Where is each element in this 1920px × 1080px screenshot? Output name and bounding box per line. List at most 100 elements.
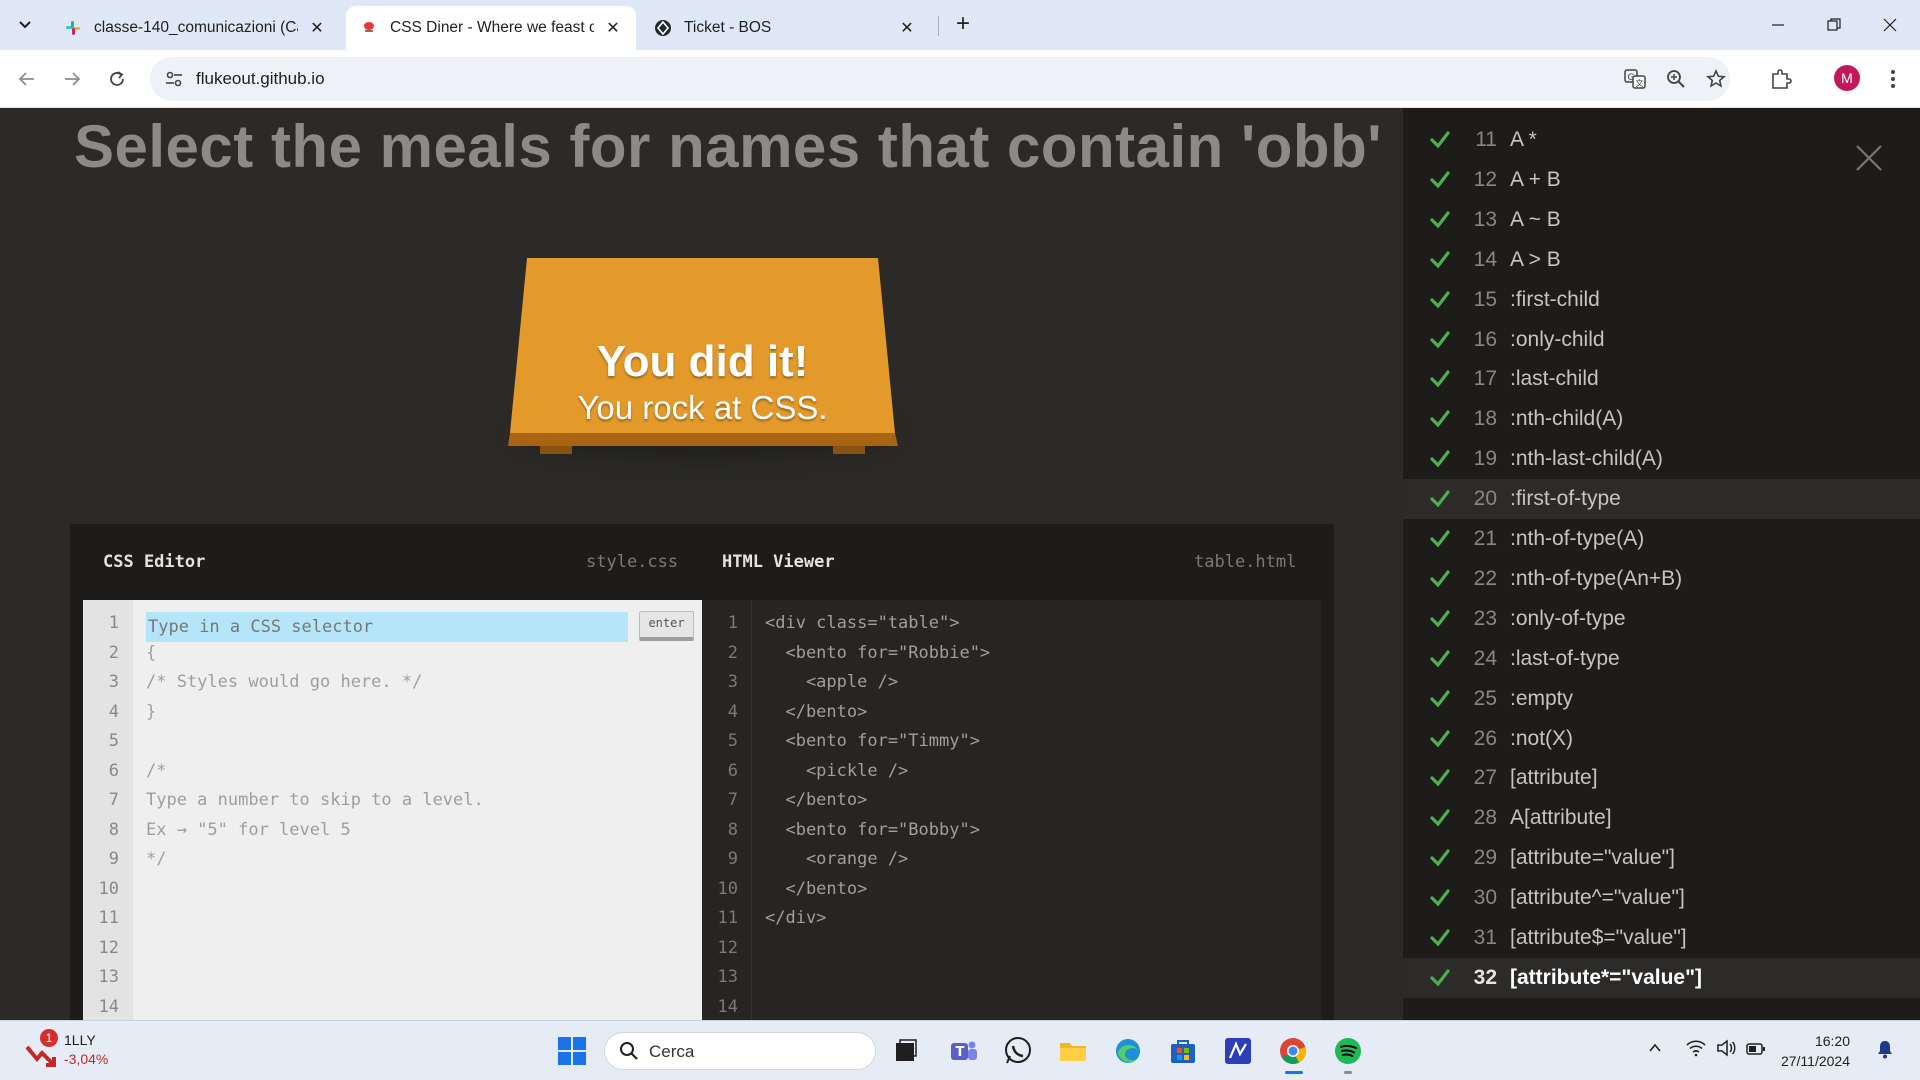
line-number: 2 (727, 642, 738, 663)
checkmark-icon (1430, 610, 1450, 628)
level-item-18[interactable]: 18:nth-child(A) (1403, 399, 1920, 439)
level-item-24[interactable]: 24:last-of-type (1403, 639, 1920, 679)
start-button[interactable] (552, 1031, 592, 1071)
level-item-22[interactable]: 22:nth-of-type(An+B) (1403, 559, 1920, 599)
volume-icon[interactable] (1716, 1039, 1736, 1062)
level-name: A ~ B (1510, 207, 1561, 231)
translate-icon[interactable]: G文 (1624, 68, 1646, 90)
tab-search-button[interactable] (10, 9, 40, 39)
close-icon[interactable]: ✕ (604, 18, 622, 38)
level-item-20[interactable]: 20 :first-of-type (1403, 479, 1920, 520)
checkmark-icon (1430, 530, 1450, 548)
stock-widget[interactable]: 1 1LLY -3,04% (24, 1029, 134, 1073)
minimize-button[interactable] (1750, 0, 1806, 50)
level-item-16[interactable]: 16:only-child (1403, 320, 1920, 360)
task-view-button[interactable] (886, 1031, 926, 1071)
level-name: :nth-of-type(An+B) (1510, 566, 1683, 590)
level-item-29[interactable]: 29 [attribute="value"] (1403, 838, 1920, 878)
zoom-icon[interactable] (1665, 68, 1687, 90)
edge-app[interactable] (1108, 1031, 1148, 1071)
wifi-icon[interactable] (1686, 1039, 1706, 1062)
slack-icon (64, 19, 82, 37)
level-item-28[interactable]: 28 A[attribute] (1403, 798, 1920, 838)
level-item-19[interactable]: 19:nth-last-child(A) (1403, 439, 1920, 479)
level-number: 20 (1473, 487, 1497, 511)
address-bar[interactable]: flukeout.github.io G文 (150, 57, 1730, 101)
search-label: Cerca (649, 1042, 695, 1061)
site-settings-icon[interactable] (164, 69, 184, 89)
level-item-23[interactable]: 23:only-of-type (1403, 599, 1920, 639)
level-number: 11 (1475, 128, 1497, 151)
forward-button[interactable] (55, 62, 89, 96)
tab-ticket-bos[interactable]: Ticket - BOS ✕ (640, 6, 930, 50)
tab-css-diner[interactable]: CSS Diner - Where we feast on ✕ (346, 6, 636, 50)
line-number: 4 (727, 701, 738, 722)
success-subtitle: You rock at CSS. (577, 389, 828, 426)
level-item-31[interactable]: 31 [attribute$="value"] (1403, 918, 1920, 958)
system-clock[interactable]: 16:20 27/11/2024 (1768, 1031, 1850, 1071)
math-app[interactable] (1218, 1031, 1258, 1071)
level-name: :last-child (1510, 367, 1599, 391)
file-explorer-app[interactable] (1053, 1031, 1093, 1071)
checkmark-icon (1430, 171, 1450, 189)
teams-app[interactable]: T (943, 1031, 983, 1071)
menu-button[interactable] (1878, 64, 1908, 94)
new-tab-button[interactable]: + (948, 9, 978, 39)
level-number: 15 (1473, 287, 1497, 311)
arrow-left-icon (18, 72, 34, 86)
level-item-26[interactable]: 26:not(X) (1403, 719, 1920, 759)
math-icon (1225, 1038, 1251, 1064)
level-item-14[interactable]: 14 A > B (1403, 240, 1920, 280)
level-item-15[interactable]: 15:first-child (1403, 280, 1920, 320)
level-item-25[interactable]: 25:empty (1403, 679, 1920, 719)
store-app[interactable] (1163, 1031, 1203, 1071)
tray-overflow-button[interactable] (1648, 1040, 1662, 1060)
restore-button[interactable] (1806, 0, 1862, 50)
browser-toolbar: flukeout.github.io G文 M (0, 50, 1920, 108)
spotify-app[interactable] (1328, 1031, 1368, 1071)
close-icon[interactable]: ✕ (308, 18, 326, 38)
level-number: 24 (1473, 646, 1497, 670)
close-window-button[interactable] (1862, 0, 1918, 50)
extensions-button[interactable] (1766, 64, 1796, 94)
close-icon[interactable]: ✕ (898, 18, 916, 38)
level-item-32[interactable]: 32 [attribute*="value"] (1403, 957, 1920, 998)
level-item-27[interactable]: 27 [attribute] (1403, 758, 1920, 798)
success-message: You did it! You rock at CSS. (505, 336, 900, 428)
level-name: [attribute*="value"] (1510, 965, 1703, 989)
svg-text:T: T (956, 1045, 965, 1060)
level-number: 25 (1473, 686, 1497, 710)
profile-avatar[interactable]: M (1834, 65, 1860, 91)
notification-bell-icon[interactable] (1876, 1039, 1894, 1064)
close-icon[interactable] (1851, 140, 1887, 176)
whatsapp-app[interactable] (998, 1031, 1038, 1071)
level-item-21[interactable]: 21:nth-of-type(A) (1403, 519, 1920, 559)
enter-button[interactable]: enter (639, 611, 694, 641)
tab-slack[interactable]: classe-140_comunicazioni (Can ✕ (50, 6, 340, 50)
puzzle-icon (1772, 69, 1792, 89)
level-name: :first-of-type (1510, 487, 1621, 511)
code-line: <bento for="Robbie"> (765, 642, 991, 663)
bookmark-star-icon[interactable] (1705, 68, 1727, 90)
level-item-12[interactable]: 12 A + B (1403, 160, 1920, 200)
level-item-11[interactable]: 11 A * (1403, 120, 1920, 160)
level-item-13[interactable]: 13 A ~ B (1403, 200, 1920, 240)
css-selector-input[interactable] (146, 612, 628, 642)
level-item-17[interactable]: 17:last-child (1403, 359, 1920, 399)
level-number: 14 (1473, 247, 1497, 271)
search-icon (620, 1042, 638, 1060)
level-item-30[interactable]: 30 [attribute^="value"] (1403, 878, 1920, 918)
back-button[interactable] (10, 62, 44, 96)
running-app-indicator (1344, 1071, 1352, 1074)
css-editor-filename: style.css (586, 552, 679, 572)
level-name: :only-child (1510, 327, 1605, 351)
minimize-icon (1772, 24, 1784, 26)
taskbar-search[interactable]: Cerca (604, 1032, 876, 1070)
checkmark-icon (1430, 689, 1450, 708)
chrome-app[interactable] (1273, 1031, 1313, 1071)
reload-button[interactable] (100, 62, 134, 96)
code-line: <pickle /> (765, 760, 909, 781)
line-number: 6 (108, 760, 119, 781)
battery-icon[interactable] (1746, 1041, 1766, 1061)
checkmark-icon (1430, 251, 1450, 269)
